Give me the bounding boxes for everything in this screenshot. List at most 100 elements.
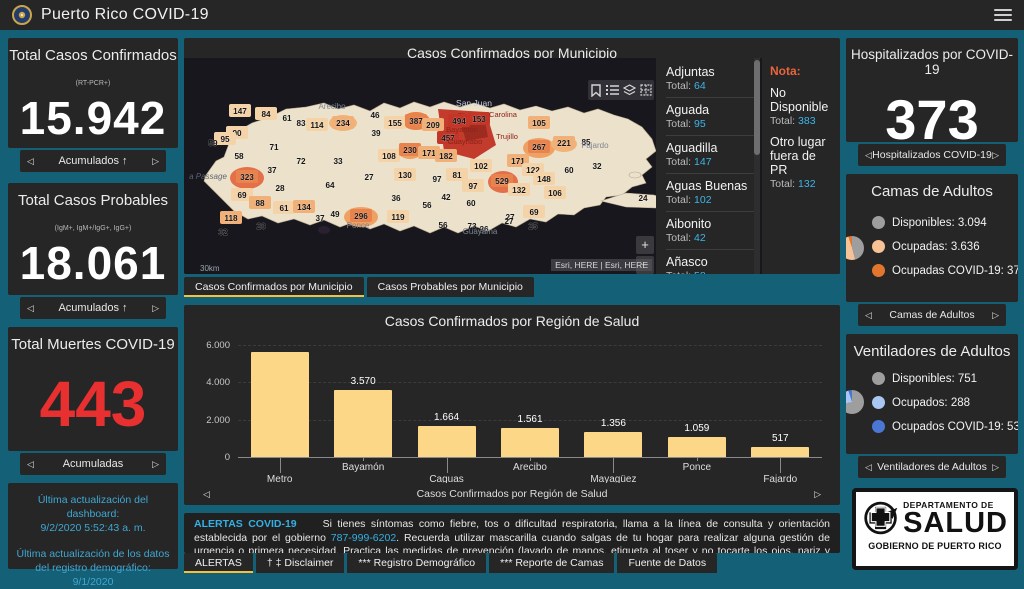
y-axis-tick: 2.000 [206, 414, 230, 426]
legend-dot-icon [872, 240, 885, 253]
prev-arrow[interactable]: ◁ [27, 303, 34, 314]
tab--reporte-de-camas[interactable]: *** Reporte de Camas [489, 553, 615, 573]
next-arrow[interactable]: ▷ [152, 303, 159, 314]
camas-panel: Camas de Adultos Disponibles: 3.094 Ocupa… [846, 174, 1018, 302]
prev-arrow[interactable]: ◁ [27, 459, 34, 470]
municipality-list[interactable]: Adjuntas Total: 64 Aguada Total: 95 Aguadill… [656, 58, 754, 274]
svg-text:24: 24 [638, 194, 648, 203]
footer-label: Acumuladas [62, 458, 124, 470]
legend-dot-icon [872, 372, 885, 385]
map-attribution: Esri, HERE | Esri, HERE [551, 259, 652, 271]
legend-dot-icon [872, 216, 885, 229]
next-arrow[interactable]: ▷ [814, 489, 821, 500]
prev-arrow[interactable]: ◁ [865, 310, 872, 321]
list-item[interactable]: Aguas Buenas Total: 102 [666, 174, 754, 212]
svg-text:118: 118 [224, 214, 238, 223]
svg-text:132: 132 [512, 186, 526, 195]
basemap-icon[interactable] [640, 84, 652, 96]
svg-text:209: 209 [426, 121, 440, 130]
bar-value-label: 1.059 [684, 423, 710, 435]
bookmark-icon[interactable] [590, 83, 602, 97]
camas-pie-chart [846, 236, 864, 260]
svg-text:114: 114 [310, 121, 324, 130]
y-axis-tick: 0 [224, 452, 230, 463]
scrollbar-thumb[interactable] [754, 60, 760, 155]
svg-text:83: 83 [296, 119, 306, 128]
next-arrow[interactable]: ▷ [152, 156, 159, 167]
footer-label: Ventiladores de Adultos [877, 461, 987, 473]
panel-title: Total Casos Probables [17, 192, 169, 209]
salud-line2: SALUD [903, 507, 1008, 539]
footer-label: Hospitalizados COVID-19 [872, 149, 992, 161]
alert-phone[interactable]: 787-999-6202 [331, 532, 396, 544]
list-item[interactable]: Aguada Total: 95 [666, 98, 754, 136]
svg-text:56: 56 [422, 201, 432, 210]
svg-text:267: 267 [532, 143, 546, 152]
culebra-island [628, 171, 642, 179]
x-axis-label: Bayamón [342, 462, 385, 473]
svg-text:97: 97 [432, 175, 442, 184]
map-canvas[interactable]: 147 84 61 83 114 234 46 155 387 209 494 153 457 90 95 5… [184, 58, 840, 274]
next-arrow[interactable]: ▷ [992, 150, 999, 161]
svg-text:147: 147 [233, 107, 247, 116]
prev-arrow[interactable]: ◁ [865, 150, 872, 161]
svg-text:Guayama: Guayama [463, 227, 498, 236]
prev-arrow[interactable]: ◁ [865, 462, 872, 473]
svg-text:134: 134 [297, 203, 311, 212]
next-arrow[interactable]: ▷ [992, 462, 999, 473]
bar-chart: 6.000 4.000 2.000 0 Metro 3.570 Bayamón 1.664 Ca… [184, 305, 840, 505]
svg-text:221: 221 [557, 139, 571, 148]
tab-fuente-de-datos[interactable]: Fuente de Datos [617, 553, 718, 573]
list-item[interactable]: Aguadilla Total: 147 [666, 136, 754, 174]
svg-text:60: 60 [564, 166, 574, 175]
list-item[interactable]: Adjuntas Total: 64 [666, 60, 754, 98]
layers-icon[interactable] [623, 84, 636, 96]
svg-text:108: 108 [382, 152, 396, 161]
svg-text:155: 155 [388, 119, 402, 128]
svg-text:119: 119 [391, 213, 405, 222]
prev-arrow[interactable]: ◁ [203, 489, 210, 500]
puerto-rico-choropleth-map[interactable]: 147 84 6183 114 23446155 387 209 494 15345790955… [186, 75, 660, 274]
nota-panel: Nota: No Disponible Total: 383 Otro lugar … [762, 58, 840, 274]
svg-text:32: 32 [592, 162, 602, 171]
list-item[interactable]: Aibonito Total: 42 [666, 212, 754, 250]
y-axis-tick: 6.000 [206, 340, 230, 351]
tab--registro-demogr-fico[interactable]: *** Registro Demográfico [347, 553, 487, 573]
svg-text:106: 106 [548, 189, 562, 198]
svg-text:a Passage: a Passage [189, 172, 227, 181]
footer-label: Camas de Adultos [889, 309, 975, 321]
legend-icon[interactable] [606, 84, 619, 96]
prev-arrow[interactable]: ◁ [27, 156, 34, 167]
list-item[interactable]: AñascoTotal: 58 [666, 250, 754, 274]
menu-icon[interactable] [994, 6, 1012, 24]
tab--disclaimer[interactable]: † ‡ Disclaimer [255, 553, 345, 573]
zoom-in-button[interactable]: + [636, 236, 654, 254]
tab-casos-confirmados-por-municipio[interactable]: Casos Confirmados por Municipio [184, 277, 364, 297]
bar-ponce [667, 437, 726, 457]
chart-footer: ◁ Casos Confirmados por Región de Salud … [196, 483, 828, 505]
x-axis-label: Arecibo [513, 462, 547, 473]
svg-text:323: 323 [240, 173, 254, 182]
tab-casos-probables-por-municipio[interactable]: Casos Probables por Municipio [366, 277, 534, 297]
tab-alertas[interactable]: ALERTAS [184, 553, 253, 573]
svg-text:36: 36 [391, 194, 401, 203]
map-toolbar [588, 80, 654, 100]
app-header: Puerto Rico COVID-19 [0, 0, 1024, 30]
probables-footer: ◁ Acumulados ↑ ▷ [20, 297, 166, 319]
list-item[interactable]: Otro lugar fuera de PR Total: 132 [770, 135, 834, 190]
list-scrollbar [754, 58, 760, 274]
confirmados-footer: ◁ Acumulados ↑ ▷ [20, 150, 166, 172]
total-probables-panel: Total Casos Probables (IgM+, IgM+/IgG+, … [8, 183, 178, 295]
bar-arecibo [501, 427, 559, 457]
svg-text:97: 97 [468, 182, 478, 191]
panel-title: Total Muertes COVID-19 [11, 336, 175, 353]
next-arrow[interactable]: ▷ [992, 310, 999, 321]
svg-text:130: 130 [398, 171, 412, 180]
list-item[interactable]: No Disponible Total: 383 [770, 86, 834, 127]
svg-text:234: 234 [336, 119, 350, 128]
svg-text:Trujillo: Trujillo [496, 132, 518, 141]
svg-text:Carolina: Carolina [489, 110, 518, 119]
muertes-footer: ◁ Acumuladas ▷ [20, 453, 166, 475]
nota-title: Nota: [770, 64, 801, 78]
next-arrow[interactable]: ▷ [152, 459, 159, 470]
